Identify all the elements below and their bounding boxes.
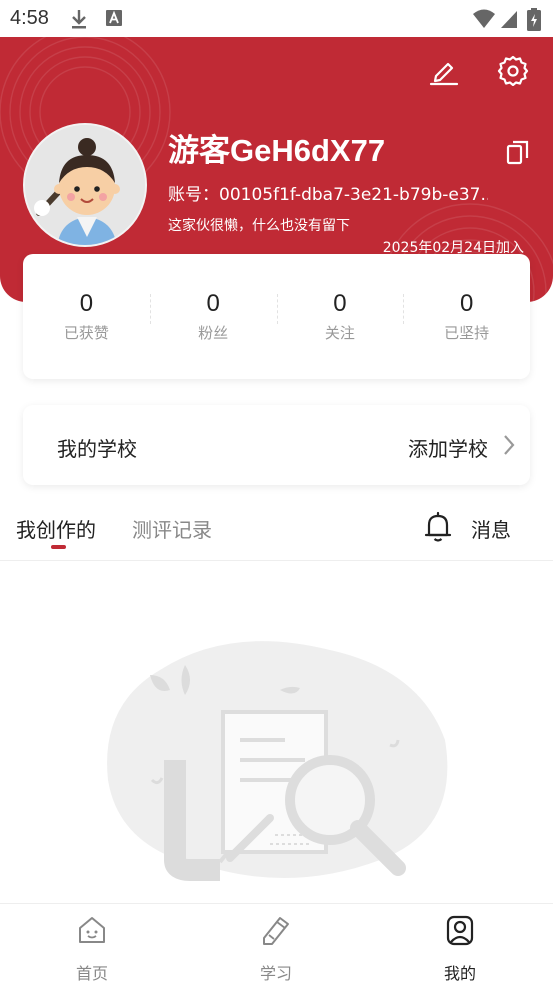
add-school-button[interactable]: 添加学校 [408, 433, 488, 462]
avatar-illustration [25, 125, 145, 245]
school-title: 我的学校 [57, 437, 137, 461]
empty-state-illustration [107, 641, 448, 881]
stat-value: 0 [206, 290, 220, 317]
nav-study-label: 学习 [259, 964, 292, 983]
nav-study[interactable]: 学习 [216, 904, 336, 984]
bottom-navigation: 首页 学习 我的 [0, 903, 553, 984]
pencil-icon [263, 917, 289, 945]
stat-value: 0 [79, 290, 94, 317]
nav-home[interactable]: 首页 [32, 904, 152, 984]
settings-icon[interactable] [497, 54, 529, 86]
home-icon [79, 917, 105, 943]
bell-icon[interactable] [424, 511, 452, 543]
stat-label: 已坚持 [444, 324, 490, 342]
edit-icon[interactable] [428, 55, 460, 87]
profile-icon [446, 915, 474, 946]
tab-indicator [51, 545, 66, 549]
download-icon [72, 10, 86, 29]
app-notification-icon [106, 10, 122, 26]
stat-value: 0 [333, 290, 347, 317]
stat-streak[interactable]: 0 已坚持 [403, 290, 530, 343]
nav-home-label: 首页 [75, 964, 108, 983]
username: 游客GeH6dX77 [168, 133, 386, 168]
nav-profile-label: 我的 [443, 964, 476, 983]
nav-profile[interactable]: 我的 [400, 904, 520, 984]
status-time: 4:58 [10, 7, 49, 29]
stat-fans[interactable]: 0 粉丝 [149, 290, 277, 343]
stat-label: 粉丝 [198, 324, 229, 342]
stat-value: 0 [459, 290, 474, 317]
signal-icon [501, 11, 517, 28]
messages-button[interactable]: 消息 [471, 514, 511, 543]
content-tabs: 我创作的 测评记录 消息 [0, 500, 553, 561]
avatar[interactable] [23, 123, 147, 247]
battery-icon [527, 8, 541, 31]
account-row: 账号：00105f1f-dba7-3e21-b79b-e37... [168, 180, 488, 205]
status-bar: 4:58 [0, 0, 553, 37]
bio-text: 这家伙很懒，什么也没有留下 [168, 218, 350, 234]
chevron-right-icon [504, 435, 515, 455]
stat-likes[interactable]: 0 已获赞 [23, 290, 150, 343]
copy-icon[interactable] [505, 138, 531, 166]
stat-following[interactable]: 0 关注 [276, 290, 404, 343]
tab-my-creations[interactable]: 我创作的 [16, 514, 96, 543]
stat-label: 已获赞 [63, 324, 109, 342]
tab-assessment-records[interactable]: 测评记录 [132, 514, 212, 543]
account-id: 00105f1f-dba7-3e21-b79b-e37... [219, 185, 488, 205]
stat-label: 关注 [324, 324, 355, 342]
school-card[interactable]: 我的学校 添加学校 [23, 405, 530, 485]
wifi-icon [473, 9, 495, 28]
account-label: 账号： [168, 185, 219, 205]
stats-card: 0 已获赞 0 粉丝 0 关注 0 已坚持 [23, 254, 530, 379]
